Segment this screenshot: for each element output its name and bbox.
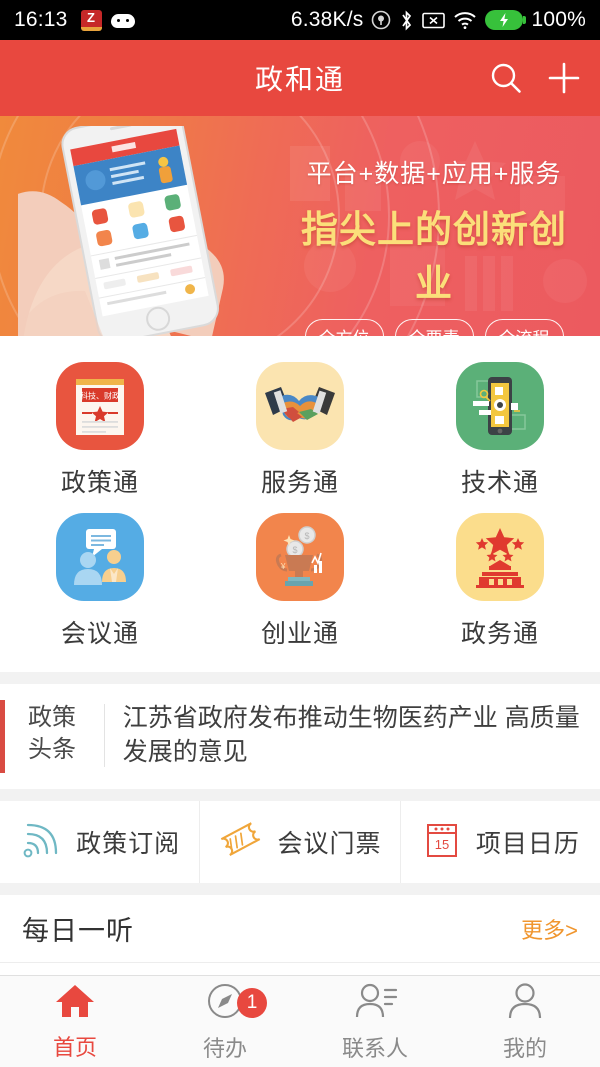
tab-label: 首页 — [52, 1034, 97, 1060]
app-screen: 16:13 Z 6.38K/s 100% 政和通 平台+数据+应用+服务 指尖上… — [0, 0, 600, 1067]
tab-contacts[interactable]: 联系人 — [300, 976, 450, 1067]
rss-signal-icon — [19, 818, 63, 867]
contacts-icon — [352, 981, 398, 1026]
home-icon — [54, 982, 96, 1025]
document-policy-icon: 科技、财政 — [56, 362, 144, 450]
smartphone-tech-icon — [456, 362, 544, 450]
grid-item-label: 会议通 — [60, 620, 139, 648]
plus-icon[interactable] — [546, 60, 582, 96]
quick-action-meeting-ticket[interactable]: 会议门票 — [199, 801, 399, 883]
quick-action-label: 政策订阅 — [76, 830, 181, 858]
hand-phone-illustration — [18, 126, 224, 336]
app-header: 政和通 — [0, 40, 600, 116]
tab-profile[interactable]: 我的 — [450, 976, 600, 1067]
tab-label: 联系人 — [341, 1035, 408, 1061]
daily-listen-header: 每日一听 更多> — [0, 895, 600, 963]
grid-item-fuwutong[interactable]: 服务通 — [200, 362, 400, 499]
svg-text:$: $ — [292, 545, 297, 555]
svg-text:¥: ¥ — [280, 562, 286, 571]
quick-action-policy-subscribe[interactable]: 政策订阅 — [0, 801, 199, 883]
quick-action-label: 会议门票 — [277, 830, 382, 858]
grid-item-label: 技术通 — [460, 469, 539, 497]
quick-action-project-calendar[interactable]: 15 项目日历 — [399, 801, 600, 883]
handshake-icon — [256, 362, 344, 450]
calendar-day-number: 15 — [435, 837, 449, 852]
svg-text:$: $ — [304, 531, 309, 541]
tiananmen-stars-icon — [456, 513, 544, 601]
status-left-icons: Z — [80, 9, 135, 31]
z-app-icon: Z — [80, 9, 102, 31]
policy-headline-text: 江苏省政府发布推动生物医药产业 高质量发展的意见 — [122, 704, 580, 766]
meeting-people-icon — [56, 513, 144, 601]
grid-item-zhengwutong[interactable]: 政务通 — [400, 513, 600, 650]
banner-pill-group: 全方位 全要素 全流程 — [284, 319, 584, 336]
grid-item-chuangyetong[interactable]: $ $ ¥ 创业通 — [200, 513, 400, 650]
policy-headline-tag-line1: 政策 — [28, 704, 76, 731]
network-speed-text: 6.38K/s — [290, 8, 364, 31]
grid-item-label: 政务通 — [460, 620, 539, 648]
search-icon[interactable] — [488, 60, 524, 96]
feature-grid: 科技、财政 政策通 服务通 技术通 会议通 $ $ ¥ 创业通 政务通 — [0, 362, 600, 650]
todo-badge: 1 — [237, 988, 267, 1018]
trophy-coins-icon: $ $ ¥ — [256, 513, 344, 601]
bluetooth-icon — [402, 9, 412, 31]
svg-text:科技、财政: 科技、财政 — [80, 391, 120, 401]
no-sim-icon — [422, 12, 446, 28]
header-actions — [488, 40, 582, 116]
banner-subtitle: 平台+数据+应用+服务 — [306, 160, 562, 188]
page-title: 政和通 — [254, 64, 345, 95]
bottom-tab-bar: 首页 1 待办 联系人 我的 — [0, 975, 600, 1067]
battery-percent: 100% — [531, 8, 586, 31]
status-bar: 16:13 Z 6.38K/s 100% — [0, 0, 600, 40]
grid-item-jishutong[interactable]: 技术通 — [400, 362, 600, 499]
status-time: 16:13 — [14, 8, 68, 31]
tab-label: 待办 — [202, 1035, 247, 1061]
banner-pill: 全方位 — [304, 319, 384, 336]
grid-item-label: 服务通 — [260, 469, 339, 497]
calendar-icon: 15 — [421, 818, 463, 867]
policy-headline-tag-line2: 头条 — [28, 735, 76, 763]
policy-headline-tag: 政策 头条 — [0, 702, 96, 765]
quick-actions-row: 政策订阅 会议门票 15 项目日历 — [0, 801, 600, 883]
policy-headline-row[interactable]: 政策 头条 江苏省政府发布推动生物医药产业 高质量发展的意见 — [0, 684, 600, 789]
banner-pill: 全流程 — [484, 319, 564, 336]
feature-grid-card: 科技、财政 政策通 服务通 技术通 会议通 $ $ ¥ 创业通 政务通 — [0, 336, 600, 672]
battery-charging-icon — [485, 10, 527, 30]
status-right-icons: 6.38K/s 100% — [291, 8, 586, 32]
grid-item-label: 政策通 — [60, 469, 139, 497]
headset-icon — [372, 10, 391, 30]
banner-text-block: 平台+数据+应用+服务 指尖上的创新创业 全方位 全要素 全流程 — [284, 154, 584, 336]
daily-listen-title: 每日一听 — [22, 916, 134, 946]
banner-pill: 全要素 — [394, 319, 474, 336]
grid-item-huiyitong[interactable]: 会议通 — [0, 513, 200, 650]
wifi-icon — [454, 11, 477, 29]
robot-icon — [110, 12, 135, 28]
divider — [104, 704, 105, 767]
ticket-icon — [218, 818, 264, 867]
banner-headline: 指尖上的创新创业 — [301, 209, 567, 304]
tab-todo[interactable]: 1 待办 — [150, 976, 300, 1067]
tab-label: 我的 — [502, 1035, 547, 1061]
grid-item-zhengcetong[interactable]: 科技、财政 政策通 — [0, 362, 200, 499]
daily-listen-more-link[interactable]: 更多> — [521, 913, 578, 945]
person-icon — [504, 981, 546, 1026]
tab-home[interactable]: 首页 — [0, 976, 150, 1067]
promo-banner[interactable]: 平台+数据+应用+服务 指尖上的创新创业 全方位 全要素 全流程 — [0, 116, 600, 336]
quick-action-label: 项目日历 — [475, 830, 580, 858]
grid-item-label: 创业通 — [260, 620, 339, 648]
